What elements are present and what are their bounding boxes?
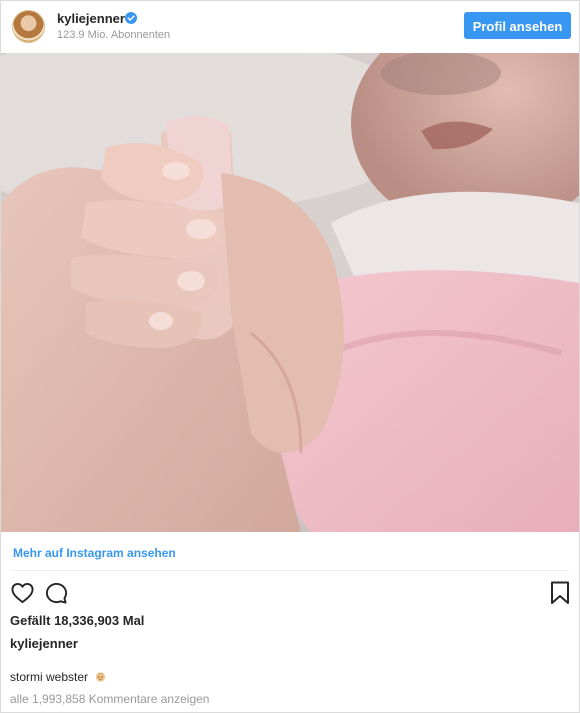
post-photo[interactable] (1, 53, 579, 532)
post-header: kyliejenner 123.9 Mio. Abonnenten Profil… (1, 1, 579, 54)
bookmark-icon[interactable] (550, 581, 570, 605)
like-count[interactable]: Gefällt 18,336,903 Mal (10, 613, 144, 628)
follower-count: 123.9 Mio. Abonnenten (57, 29, 171, 41)
baby-emoji-icon (96, 672, 106, 682)
heart-icon[interactable] (11, 582, 34, 604)
view-all-comments-link[interactable]: alle 1,993,858 Kommentare anzeigen (10, 692, 209, 706)
photo-illustration (1, 53, 579, 532)
avatar[interactable] (12, 10, 45, 43)
view-profile-button[interactable]: Profil ansehen (464, 12, 571, 39)
instagram-embed: kyliejenner 123.9 Mio. Abonnenten Profil… (0, 0, 580, 713)
view-more-on-instagram-link[interactable]: Mehr auf Instagram ansehen (13, 546, 176, 560)
username[interactable]: kyliejenner (57, 11, 125, 26)
caption-text: stormi webster (10, 670, 89, 684)
verified-badge-icon (125, 12, 137, 24)
comment-icon[interactable] (45, 582, 68, 605)
caption: stormi webster (10, 670, 106, 684)
post-author[interactable]: kyliejenner (10, 636, 78, 651)
divider (11, 570, 569, 571)
